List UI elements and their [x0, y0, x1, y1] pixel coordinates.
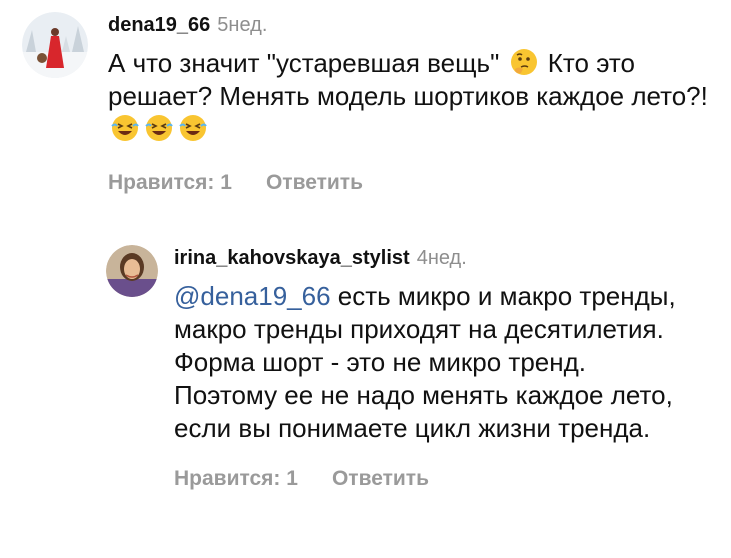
likes-count-button[interactable]: Нравится: 1: [174, 467, 298, 491]
reply-comment: irina_kahovskaya_stylist 4нед. @dena19_6…: [106, 245, 706, 491]
comment-body: dena19_66 5нед. А что значит "устаревшая…: [108, 12, 708, 195]
comment-meta: irina_kahovskaya_stylist 4нед.: [174, 245, 694, 271]
avatar[interactable]: [22, 12, 88, 78]
comment: dena19_66 5нед. А что значит "устаревшая…: [22, 12, 712, 195]
likes-count-button[interactable]: Нравится: 1: [108, 171, 232, 195]
comment-actions: Нравится: 1 Ответить: [174, 467, 694, 491]
mention-link[interactable]: @dena19_66: [174, 281, 331, 311]
username[interactable]: dena19_66: [108, 12, 210, 38]
comment-text-part: А что значит "устаревшая вещь": [108, 48, 507, 78]
avatar[interactable]: [106, 245, 158, 297]
rolling-on-floor-laughing-emoji-icon: [179, 115, 207, 141]
rolling-on-floor-laughing-emoji-icon: [111, 115, 139, 141]
comment-actions: Нравится: 1 Ответить: [108, 171, 708, 195]
comment-text: А что значит "устаревшая вещь" Кто это р…: [108, 47, 708, 146]
reply-button[interactable]: Ответить: [266, 171, 363, 195]
comment-meta: dena19_66 5нед.: [108, 12, 708, 38]
comment-text: @dena19_66 есть микро и макро тренды, ма…: [174, 280, 694, 445]
comment-body: irina_kahovskaya_stylist 4нед. @dena19_6…: [174, 245, 694, 491]
reply-button[interactable]: Ответить: [332, 467, 429, 491]
rolling-on-floor-laughing-emoji-icon: [145, 115, 173, 141]
thinking-face-emoji-icon: [510, 49, 537, 75]
timestamp: 5нед.: [217, 14, 268, 36]
timestamp: 4нед.: [416, 247, 467, 269]
username[interactable]: irina_kahovskaya_stylist: [174, 245, 410, 271]
